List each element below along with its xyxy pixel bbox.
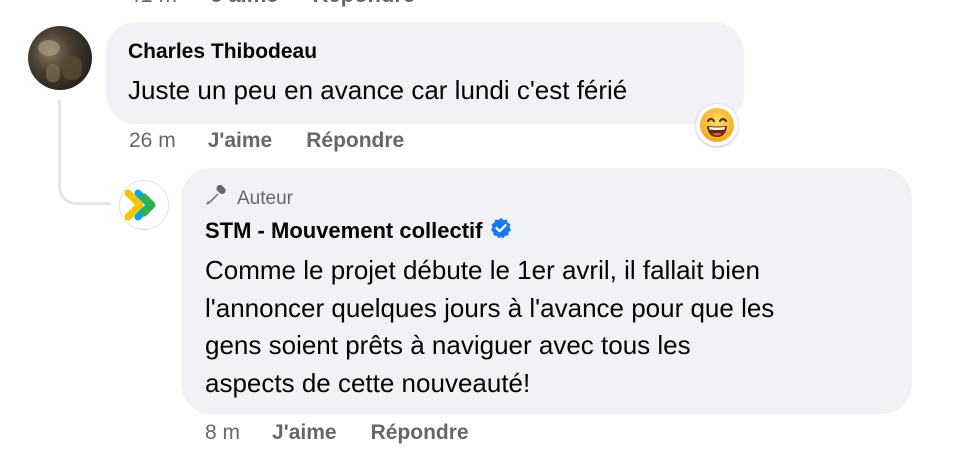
previous-comment-time: 41 m [128, 0, 177, 8]
reply-author-name[interactable]: STM - Mouvement collectif [205, 218, 482, 244]
like-button[interactable]: J'aime [208, 129, 273, 153]
stm-logo-avatar[interactable] [119, 180, 169, 230]
reply-author-row: STM - Mouvement collectif [205, 217, 512, 244]
grinning-emoji-icon[interactable] [696, 104, 738, 146]
comment-meta: 26 m J'aime Répondre [129, 129, 404, 153]
reply-text-line: aspects de cette nouveauté! [205, 367, 531, 398]
reply-like-button[interactable]: J'aime [272, 421, 337, 445]
comment-author-name[interactable]: Charles Thibodeau [128, 40, 317, 64]
reply-meta: 8 m J'aime Répondre [205, 421, 469, 445]
reply-button[interactable]: Répondre [306, 129, 404, 153]
previous-comment-meta: 41 m J'aime Répondre [128, 0, 415, 8]
previous-like-button[interactable]: J'aime [211, 0, 279, 8]
avatar[interactable] [28, 26, 92, 90]
reply-reply-button[interactable]: Répondre [371, 421, 469, 445]
author-badge-label: Auteur [237, 188, 293, 209]
reply-text-line: Comme le projet débute le 1er avril, il … [205, 255, 760, 285]
comment-time[interactable]: 26 m [129, 129, 176, 153]
previous-reply-button[interactable]: Répondre [313, 0, 416, 8]
author-badge: Auteur [205, 184, 293, 213]
verified-badge-icon [490, 217, 512, 244]
reply-time[interactable]: 8 m [205, 421, 240, 445]
comment-text: Juste un peu en avance car lundi c'est f… [128, 75, 628, 105]
microphone-icon [205, 184, 229, 213]
thread-connector-line [58, 100, 111, 205]
reply-text: Comme le projet débute le 1er avril, il … [205, 252, 895, 402]
reply-text-line: l'annoncer quelques jours à l'avance pou… [205, 292, 775, 323]
comment-bubble [106, 22, 744, 124]
reply-text-line: gens soient prêts à naviguer avec tous l… [205, 330, 691, 360]
